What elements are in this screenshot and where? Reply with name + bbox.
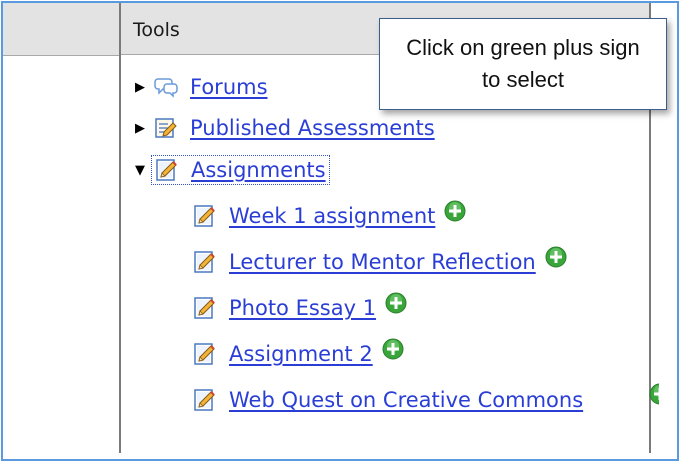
collapse-arrow-icon[interactable]: ▼ [132,162,148,178]
callout-text: Click on green plus sign to select [406,35,640,92]
tree-item-published-assessments[interactable]: ▶ Published Assessments [132,113,435,143]
assignment-item[interactable]: Week 1 assignment [193,201,466,231]
add-plus-icon[interactable] [444,200,466,222]
expand-arrow-icon[interactable]: ▶ [132,120,148,136]
assignments-focus[interactable]: Assignments [151,155,330,185]
published-assessments-icon [154,116,178,140]
tools-title: Tools [133,19,180,41]
add-plus-icon[interactable] [382,338,404,360]
assignment-item[interactable]: Web Quest on Creative Commons [193,385,583,415]
forums-link[interactable]: Forums [190,75,268,99]
assignment-icon [193,250,217,274]
published-assessments-link[interactable]: Published Assessments [190,116,435,140]
assignment-link[interactable]: Week 1 assignment [229,204,435,228]
tree-item-assignments[interactable]: ▼ Assignments [132,155,330,185]
assignment-link[interactable]: Web Quest on Creative Commons [229,388,583,412]
column-divider-left [119,3,121,453]
assignment-item[interactable]: Lecturer to Mentor Reflection [193,247,567,277]
add-plus-icon[interactable] [385,292,407,314]
assignment-item[interactable]: Photo Essay 1 [193,293,407,323]
assignment-item[interactable]: Assignment 2 [193,339,404,369]
assignment-link[interactable]: Lecturer to Mentor Reflection [229,250,536,274]
assignment-icon [193,388,217,412]
instruction-callout: Click on green plus sign to select [379,18,667,110]
assignment-icon [155,158,179,182]
left-column-header [3,3,119,56]
tree-item-forums[interactable]: ▶ Forums [132,72,268,102]
assignments-link[interactable]: Assignments [191,158,326,182]
assignment-icon [193,342,217,366]
expand-arrow-icon[interactable]: ▶ [132,79,148,95]
assignment-icon [193,204,217,228]
assignment-link[interactable]: Photo Essay 1 [229,296,376,320]
assignment-icon [193,296,217,320]
add-plus-icon[interactable] [545,246,567,268]
forums-icon [154,75,178,99]
add-plus-icon[interactable] [649,383,659,405]
assignment-link[interactable]: Assignment 2 [229,342,373,366]
